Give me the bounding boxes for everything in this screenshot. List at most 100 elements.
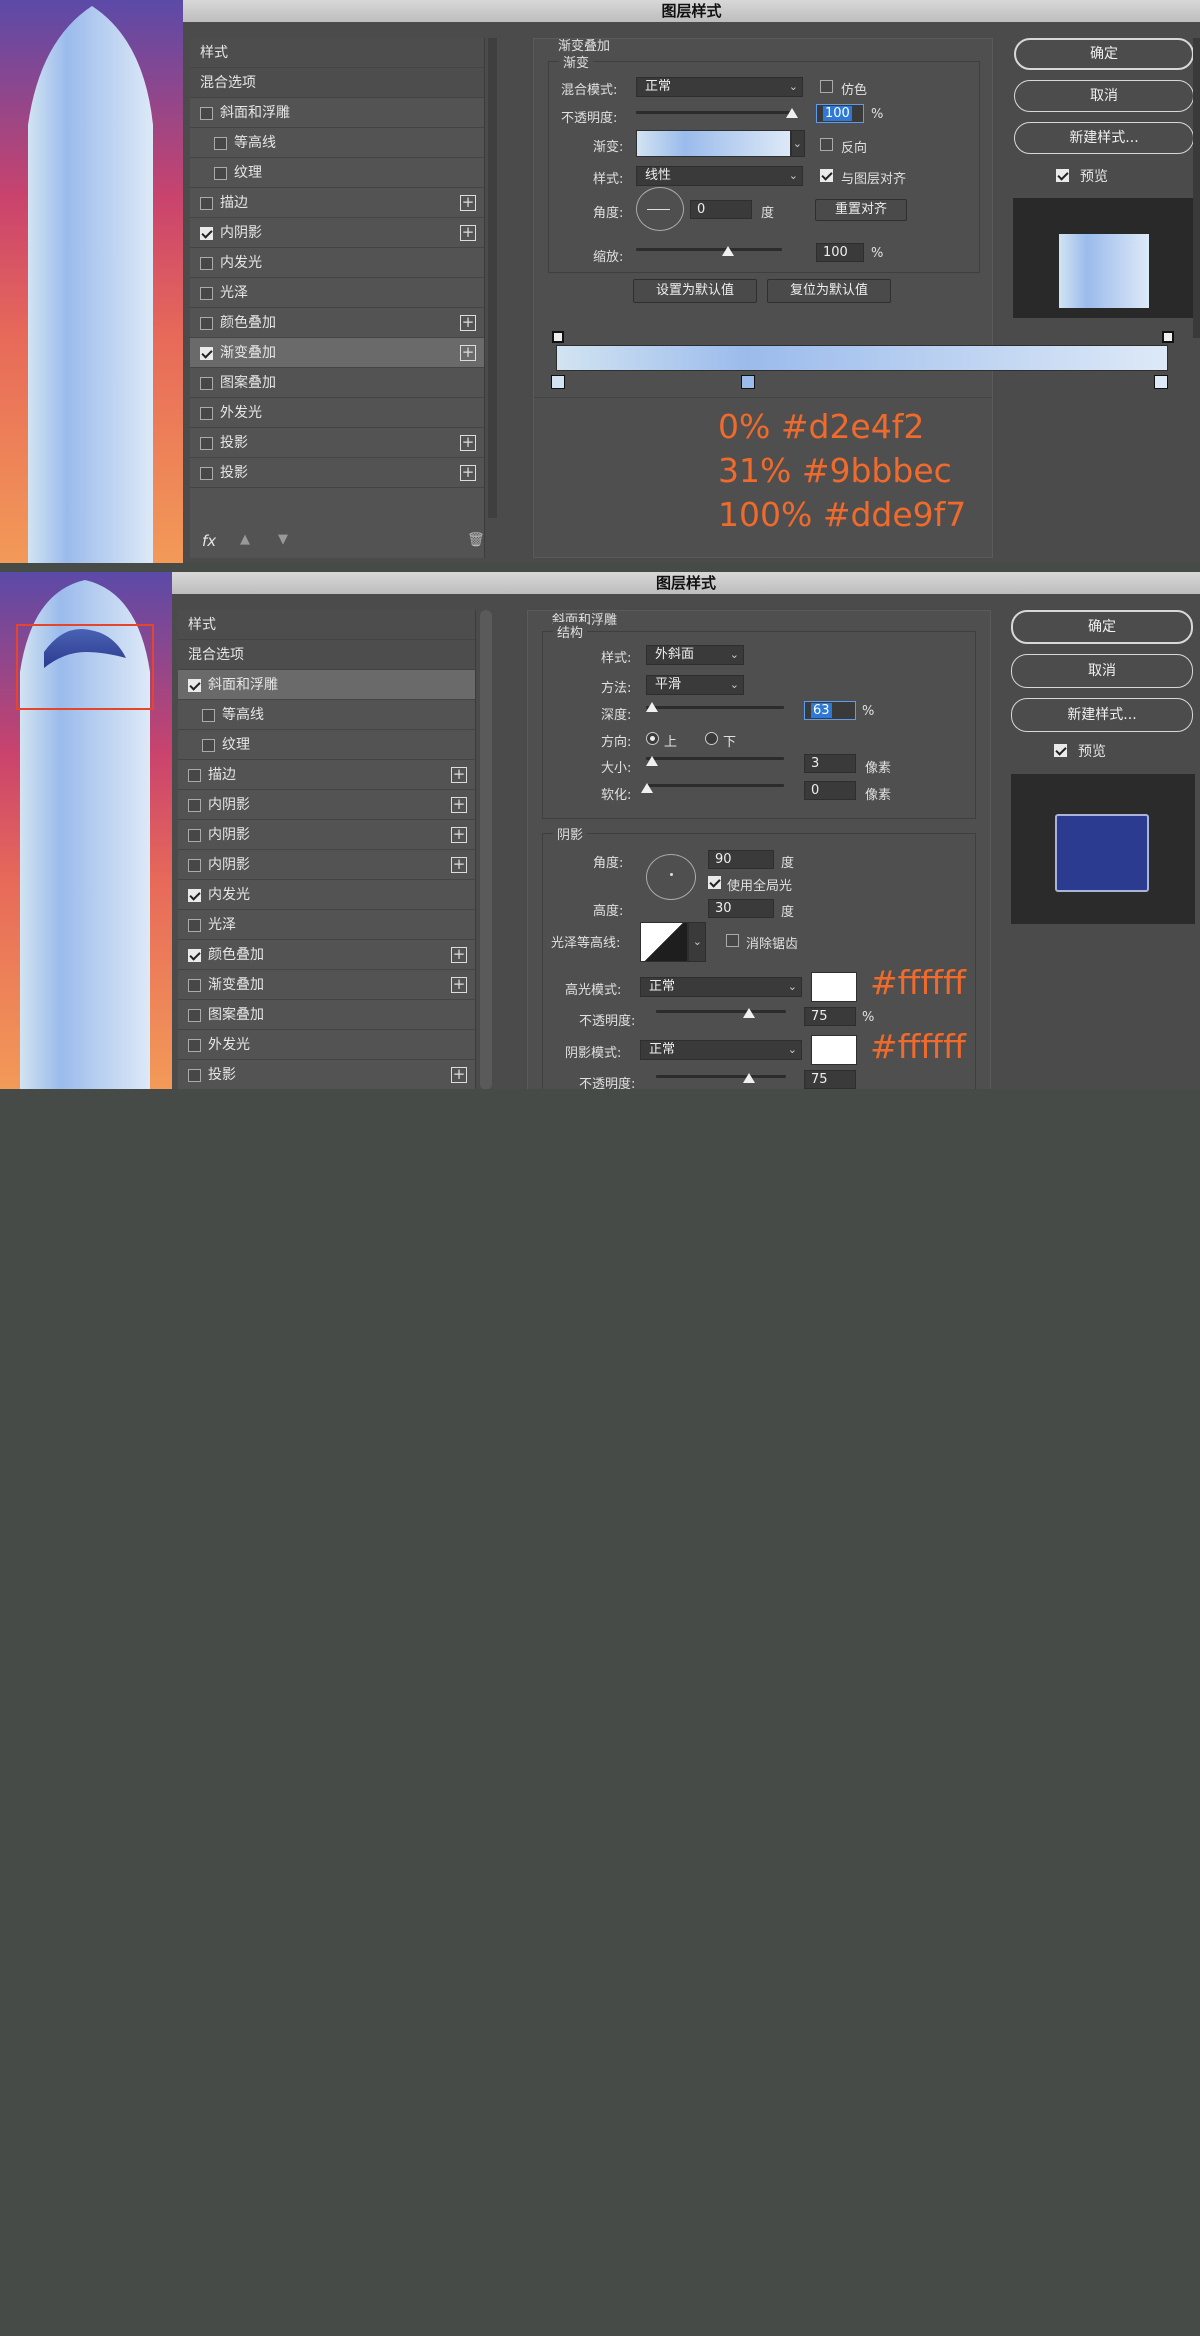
add-style-icon[interactable]: + bbox=[460, 315, 476, 331]
style-list-item[interactable]: 渐变叠加 + bbox=[190, 338, 484, 368]
align-layer-checkbox[interactable] bbox=[820, 169, 833, 182]
ok-button[interactable]: 确定 bbox=[1011, 610, 1193, 644]
style-list-item[interactable]: 外发光 bbox=[178, 1030, 475, 1060]
style-list-item[interactable]: 内发光 bbox=[190, 248, 484, 278]
size-slider-thumb[interactable] bbox=[646, 756, 658, 766]
style-list-item[interactable]: 图案叠加 bbox=[190, 368, 484, 398]
style-enable-checkbox[interactable] bbox=[200, 467, 213, 480]
style-list-item[interactable]: 斜面和浮雕 bbox=[190, 98, 484, 128]
add-style-icon[interactable]: + bbox=[460, 225, 476, 241]
style-list-item[interactable]: 等高线 bbox=[190, 128, 484, 158]
style-enable-checkbox[interactable] bbox=[202, 739, 215, 752]
gradient-editor-bar[interactable] bbox=[556, 345, 1168, 371]
highlight-opacity-input[interactable]: 75 bbox=[804, 1007, 856, 1026]
style-list-item[interactable]: 渐变叠加 + bbox=[178, 970, 475, 1000]
highlight-color-swatch[interactable] bbox=[811, 972, 857, 1002]
depth-slider[interactable] bbox=[646, 706, 784, 709]
opacity-stop-left[interactable] bbox=[552, 331, 564, 343]
preview-checkbox[interactable] bbox=[1056, 169, 1069, 182]
style-enable-checkbox[interactable] bbox=[188, 769, 201, 782]
style-list-item[interactable]: 描边 + bbox=[178, 760, 475, 790]
style-list-item[interactable]: 描边 + bbox=[190, 188, 484, 218]
scale-slider-thumb[interactable] bbox=[722, 246, 734, 256]
size-input[interactable]: 3 bbox=[804, 754, 856, 773]
new-style-button[interactable]: 新建样式... bbox=[1014, 122, 1194, 154]
style-list-item[interactable]: 内阴影 + bbox=[178, 850, 475, 880]
blend-mode-select[interactable]: 正常 ⌄ bbox=[636, 77, 803, 97]
style-list-item[interactable]: 投影 + bbox=[178, 1060, 475, 1089]
shadow-mode-select[interactable]: 正常 ⌄ bbox=[640, 1040, 802, 1060]
reset-alignment-button[interactable]: 重置对齐 bbox=[815, 199, 907, 221]
style-enable-checkbox[interactable] bbox=[200, 197, 213, 210]
style-list-item[interactable]: 内阴影 + bbox=[190, 218, 484, 248]
style-enable-checkbox[interactable] bbox=[188, 859, 201, 872]
style-list-item[interactable]: 内阴影 + bbox=[178, 820, 475, 850]
add-style-icon[interactable]: + bbox=[451, 797, 467, 813]
gradient-dropdown[interactable]: ⌄ bbox=[791, 130, 805, 157]
preview-checkbox[interactable] bbox=[1054, 744, 1067, 757]
style-enable-checkbox[interactable] bbox=[188, 1009, 201, 1022]
soften-input[interactable]: 0 bbox=[804, 781, 856, 800]
cancel-button[interactable]: 取消 bbox=[1011, 654, 1193, 688]
depth-slider-thumb[interactable] bbox=[646, 702, 658, 712]
scale-input[interactable]: 100 bbox=[816, 243, 864, 262]
size-slider[interactable] bbox=[646, 757, 784, 760]
style-enable-checkbox[interactable] bbox=[200, 437, 213, 450]
shading-angle-input[interactable]: 90 bbox=[708, 850, 774, 869]
style-list-item[interactable]: 等高线 bbox=[178, 700, 475, 730]
add-style-icon[interactable]: + bbox=[451, 977, 467, 993]
style-enable-checkbox[interactable] bbox=[200, 227, 213, 240]
technique-select[interactable]: 平滑 ⌄ bbox=[646, 675, 744, 695]
gloss-contour-swatch[interactable] bbox=[640, 922, 688, 962]
opacity-stop-right[interactable] bbox=[1162, 331, 1174, 343]
style-list-scrollbar[interactable] bbox=[488, 38, 497, 518]
direction-up-radio[interactable] bbox=[646, 732, 659, 745]
add-style-icon[interactable]: + bbox=[451, 1067, 467, 1083]
style-enable-checkbox[interactable] bbox=[188, 889, 201, 902]
move-down-icon[interactable]: ▼ bbox=[278, 532, 288, 547]
scale-slider[interactable] bbox=[636, 248, 782, 251]
color-stop-100[interactable] bbox=[1154, 375, 1168, 389]
dither-checkbox[interactable] bbox=[820, 80, 833, 93]
blend-options-item[interactable]: 混合选项 bbox=[178, 640, 475, 670]
altitude-input[interactable]: 30 bbox=[708, 899, 774, 918]
shadow-opacity-slider[interactable] bbox=[656, 1075, 786, 1078]
style-list-item[interactable]: 内发光 bbox=[178, 880, 475, 910]
shading-angle-dial[interactable] bbox=[646, 854, 696, 900]
add-style-icon[interactable]: + bbox=[451, 857, 467, 873]
style-list-item[interactable]: 内阴影 + bbox=[178, 790, 475, 820]
gradient-preview-swatch[interactable] bbox=[636, 130, 791, 157]
style-enable-checkbox[interactable] bbox=[188, 919, 201, 932]
shadow-opacity-thumb[interactable] bbox=[743, 1073, 755, 1083]
add-style-icon[interactable]: + bbox=[451, 767, 467, 783]
cancel-button[interactable]: 取消 bbox=[1014, 80, 1194, 112]
shadow-color-swatch[interactable] bbox=[811, 1035, 857, 1065]
reset-default-button[interactable]: 复位为默认值 bbox=[767, 279, 891, 303]
soften-slider-thumb[interactable] bbox=[641, 783, 653, 793]
opacity-slider[interactable] bbox=[636, 111, 792, 114]
style-list-item[interactable]: 颜色叠加 + bbox=[178, 940, 475, 970]
highlight-opacity-thumb[interactable] bbox=[743, 1008, 755, 1018]
style-list-item[interactable]: 投影 + bbox=[190, 458, 484, 488]
angle-input[interactable]: 0 bbox=[690, 200, 752, 219]
move-up-icon[interactable]: ▲ bbox=[240, 532, 250, 547]
new-style-button[interactable]: 新建样式... bbox=[1011, 698, 1193, 732]
style-list-item[interactable]: 光泽 bbox=[178, 910, 475, 940]
angle-dial[interactable] bbox=[636, 187, 684, 231]
add-style-icon[interactable]: + bbox=[460, 435, 476, 451]
color-stop-0[interactable] bbox=[551, 375, 565, 389]
highlight-mode-select[interactable]: 正常 ⌄ bbox=[640, 977, 802, 997]
style-list-item[interactable]: 图案叠加 bbox=[178, 1000, 475, 1030]
reverse-checkbox[interactable] bbox=[820, 138, 833, 151]
opacity-input[interactable]: 100 bbox=[816, 104, 864, 123]
bevel-style-select[interactable]: 外斜面 ⌄ bbox=[646, 645, 744, 665]
shadow-opacity-input[interactable]: 75 bbox=[804, 1070, 856, 1089]
fx-button[interactable]: fx bbox=[202, 532, 216, 550]
highlight-opacity-slider[interactable] bbox=[656, 1010, 786, 1013]
style-list-item[interactable]: 颜色叠加 + bbox=[190, 308, 484, 338]
add-style-icon[interactable]: + bbox=[451, 827, 467, 843]
ok-button[interactable]: 确定 bbox=[1014, 38, 1194, 70]
style-enable-checkbox[interactable] bbox=[188, 799, 201, 812]
style-enable-checkbox[interactable] bbox=[214, 167, 227, 180]
style-list-item[interactable]: 斜面和浮雕 bbox=[178, 670, 475, 700]
